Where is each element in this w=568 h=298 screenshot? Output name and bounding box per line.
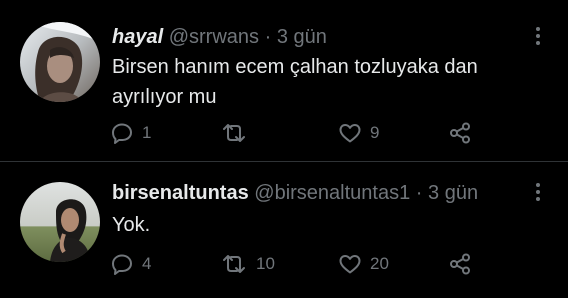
author-handle[interactable]: @srrwans bbox=[169, 26, 259, 48]
reply-count: 1 bbox=[142, 123, 152, 142]
timestamp[interactable]: 3 gün bbox=[428, 182, 478, 204]
retweet-icon bbox=[220, 252, 248, 276]
tweet-text: Yok. bbox=[112, 214, 151, 236]
like-count: 20 bbox=[370, 254, 389, 273]
author-name[interactable]: hayal bbox=[112, 26, 163, 48]
tweet[interactable]: hayal @srrwans · 3 gün Birsen hanım ecem… bbox=[0, 0, 568, 162]
timeline: hayal @srrwans · 3 gün Birsen hanım ecem… bbox=[0, 0, 568, 298]
more-vertical-icon[interactable] bbox=[528, 24, 548, 48]
avatar[interactable] bbox=[20, 22, 100, 102]
tweet-text: Birsen hanım ecem çalhan tozluyaka dan a… bbox=[112, 56, 478, 108]
share-button[interactable] bbox=[448, 120, 472, 146]
heart-icon bbox=[338, 121, 362, 145]
reply-count: 4 bbox=[142, 254, 152, 273]
heart-icon bbox=[338, 252, 362, 276]
retweet-button[interactable] bbox=[220, 120, 256, 146]
like-button[interactable]: 9 bbox=[338, 120, 379, 146]
avatar[interactable] bbox=[20, 182, 100, 262]
like-count: 9 bbox=[370, 123, 380, 142]
like-button[interactable]: 20 bbox=[338, 251, 389, 277]
share-icon bbox=[448, 121, 472, 145]
author-name[interactable]: birsenaltuntas bbox=[112, 182, 249, 204]
reply-button[interactable]: 4 bbox=[110, 251, 151, 277]
author-handle[interactable]: @birsenaltuntas1 bbox=[254, 182, 410, 204]
separator: · bbox=[415, 182, 423, 204]
more-vertical-icon[interactable] bbox=[528, 180, 548, 204]
reply-icon bbox=[110, 121, 134, 145]
tweet-actions: 1 9 bbox=[110, 120, 490, 146]
reply-icon bbox=[110, 252, 134, 276]
tweet-header: hayal @srrwans · 3 gün bbox=[112, 25, 327, 49]
share-button[interactable] bbox=[448, 251, 472, 277]
timestamp[interactable]: 3 gün bbox=[277, 26, 327, 48]
reply-button[interactable]: 1 bbox=[110, 120, 151, 146]
tweet-actions: 4 10 20 bbox=[110, 251, 490, 277]
retweet-icon bbox=[220, 121, 248, 145]
tweet[interactable]: birsenaltuntas @birsenaltuntas1 · 3 gün … bbox=[0, 162, 568, 298]
tweet-header: birsenaltuntas @birsenaltuntas1 · 3 gün bbox=[112, 181, 478, 205]
separator: · bbox=[264, 26, 272, 48]
retweet-count: 10 bbox=[256, 254, 275, 273]
share-icon bbox=[448, 252, 472, 276]
retweet-button[interactable]: 10 bbox=[220, 251, 275, 277]
